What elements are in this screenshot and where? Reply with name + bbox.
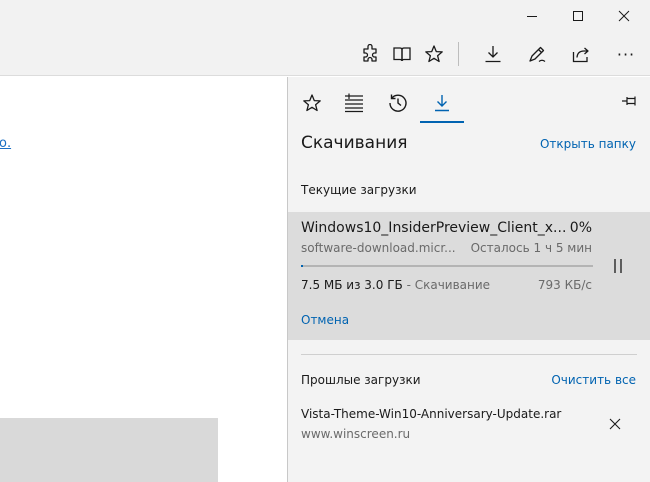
downloads-arrow-icon [435,95,449,112]
maximize-icon [573,11,583,21]
tab-history[interactable] [376,83,420,123]
past-download-file-name[interactable]: Vista-Theme-Win10-Anniversary-Update.rar [301,407,561,421]
minimize-button[interactable] [509,0,555,32]
maximize-button[interactable] [555,0,601,32]
current-downloads-heading: Текущие загрузки [301,183,417,197]
download-size: 7.5 МБ из 3.0 ГБ [301,278,403,292]
favorites-star-icon [303,94,321,112]
download-size-status: 7.5 МБ из 3.0 ГБ - Скачивание [301,278,490,292]
more-button[interactable]: ··· [610,38,642,70]
favorite-star-icon [425,45,443,63]
history-icon [389,94,407,112]
remove-past-download-button[interactable] [606,415,624,433]
close-window-button[interactable] [601,0,647,32]
title-bar [0,0,650,32]
downloads-icon [485,46,501,63]
page-link[interactable]: ю. [0,136,11,151]
downloads-toolbar-button[interactable] [477,38,509,70]
extensions-button[interactable] [354,38,386,70]
pause-icon [614,259,622,273]
favorite-button[interactable] [418,38,450,70]
download-speed: 793 КБ/с [537,278,592,292]
past-download-source: www.winscreen.ru [301,427,411,441]
cancel-download-link[interactable]: Отмена [301,313,349,327]
reading-view-icon [393,47,411,62]
close-icon [609,418,621,430]
tab-downloads[interactable] [420,83,464,123]
clear-all-link[interactable]: Очистить все [551,373,636,387]
download-state: - Скачивание [402,278,491,292]
extensions-icon [363,44,377,62]
browser-toolbar: ··· [0,32,650,76]
tab-reading-list[interactable] [332,83,376,123]
download-file-name: Windows10_InsiderPreview_Client_x... [301,220,567,236]
section-divider [301,354,637,355]
pin-icon [622,96,636,106]
open-folder-link[interactable]: Открыть папку [540,137,636,151]
notes-button[interactable] [521,38,553,70]
close-icon [618,10,630,22]
download-progress-bar [301,265,593,267]
pause-download-button[interactable] [608,256,628,276]
toolbar-separator [458,42,459,66]
page-content-block [0,418,218,482]
download-source: software-download.micr... [301,241,456,255]
current-download-item[interactable]: Windows10_InsiderPreview_Client_x... 0% … [288,212,650,340]
download-percent: 0% [569,220,592,236]
more-icon: ··· [616,44,636,64]
panel-title: Скачивания [301,133,408,153]
pen-icon [529,46,546,62]
minimize-icon [527,16,537,17]
pin-panel-button[interactable] [618,91,642,111]
tab-favorites[interactable] [290,83,334,123]
download-time-remaining: Осталось 1 ч 5 мин [470,241,592,255]
hub-panel: Скачивания Открыть папку Текущие загрузк… [287,77,650,482]
reading-list-icon [345,93,363,113]
share-button[interactable] [565,38,597,70]
share-icon [572,47,589,63]
download-progress-fill [301,265,303,267]
reading-view-button[interactable] [386,38,418,70]
past-downloads-heading: Прошлые загрузки [301,373,421,387]
